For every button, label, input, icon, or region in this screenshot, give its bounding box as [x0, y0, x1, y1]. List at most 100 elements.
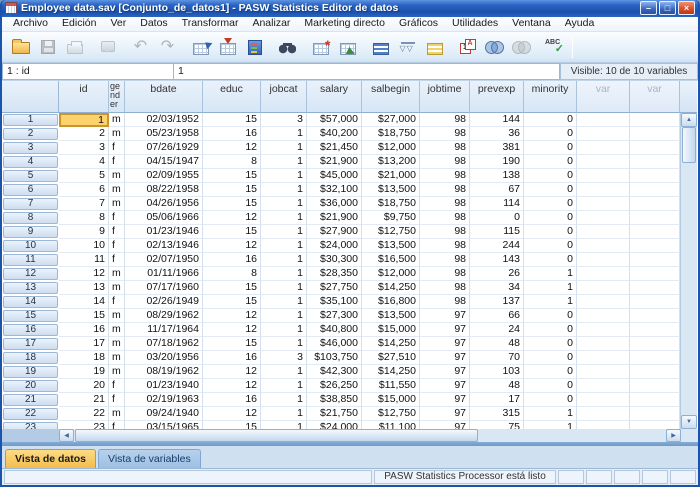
cell[interactable]: 115	[470, 225, 524, 239]
cell[interactable]: f	[109, 253, 125, 267]
cell[interactable]: $40,200	[307, 127, 362, 141]
cell[interactable]: m	[109, 323, 125, 337]
cell[interactable]	[630, 113, 680, 127]
row-number-button[interactable]: 20	[3, 380, 58, 392]
cell[interactable]	[630, 197, 680, 211]
cell[interactable]	[577, 169, 630, 183]
horizontal-scrollbar-thumb[interactable]	[75, 429, 478, 442]
cell[interactable]: m	[109, 309, 125, 323]
cell[interactable]: 1	[524, 407, 577, 421]
spell-check-button[interactable]	[541, 34, 568, 60]
row-number-button[interactable]: 9	[3, 226, 58, 238]
cell[interactable]: 8	[203, 267, 261, 281]
cell[interactable]: 97	[420, 393, 470, 407]
cell[interactable]: 143	[470, 253, 524, 267]
cell[interactable]	[630, 225, 680, 239]
cell[interactable]: $21,750	[307, 407, 362, 421]
cell[interactable]	[577, 323, 630, 337]
cell[interactable]	[630, 323, 680, 337]
row-number-button[interactable]: 19	[3, 366, 58, 378]
cell[interactable]: 02/03/1952	[125, 113, 203, 127]
column-header-prevexp[interactable]: prevexp	[470, 81, 524, 113]
menu-gr-ficos[interactable]: Gráficos	[392, 16, 445, 31]
cell[interactable]: $30,300	[307, 253, 362, 267]
cell[interactable]	[630, 155, 680, 169]
goto-variable-button[interactable]	[214, 34, 241, 60]
cell[interactable]: $45,000	[307, 169, 362, 183]
cell[interactable]: $27,000	[362, 113, 420, 127]
cell[interactable]: 1	[261, 239, 307, 253]
cell[interactable]: 0	[524, 351, 577, 365]
cell[interactable]: 1	[524, 295, 577, 309]
cell[interactable]: 15	[203, 197, 261, 211]
cell[interactable]: $18,750	[362, 127, 420, 141]
menu-utilidades[interactable]: Utilidades	[445, 16, 505, 31]
cell[interactable]: $21,450	[307, 141, 362, 155]
tab-vista-de-variables[interactable]: Vista de variables	[98, 449, 201, 468]
cell[interactable]: 15	[203, 183, 261, 197]
cell[interactable]: 1	[261, 225, 307, 239]
cell[interactable]: 22	[59, 407, 109, 421]
column-header-var1[interactable]: var	[577, 81, 630, 113]
cell[interactable]: 381	[470, 141, 524, 155]
cell[interactable]: f	[109, 295, 125, 309]
cell[interactable]: 03/20/1956	[125, 351, 203, 365]
cell[interactable]: 12	[203, 211, 261, 225]
cell[interactable]: 8	[59, 211, 109, 225]
cell[interactable]	[577, 365, 630, 379]
cell[interactable]: 15	[203, 225, 261, 239]
selected-cell[interactable]: 1	[59, 113, 109, 127]
cell[interactable]: 1	[261, 253, 307, 267]
cell-editor-input[interactable]: 1	[174, 63, 560, 81]
cell[interactable]: $27,750	[307, 281, 362, 295]
cell[interactable]: f	[109, 141, 125, 155]
cell[interactable]: 1	[261, 337, 307, 351]
cell[interactable]	[577, 309, 630, 323]
menu-analizar[interactable]: Analizar	[245, 16, 297, 31]
cell[interactable]	[577, 351, 630, 365]
close-button[interactable]: ×	[678, 1, 695, 15]
menu-ayuda[interactable]: Ayuda	[558, 16, 602, 31]
cell[interactable]: f	[109, 393, 125, 407]
cell[interactable]: 0	[524, 183, 577, 197]
cell[interactable]	[630, 169, 680, 183]
cell[interactable]: m	[109, 169, 125, 183]
cell[interactable]: 16	[203, 127, 261, 141]
cell[interactable]: 18	[59, 351, 109, 365]
cell[interactable]	[577, 155, 630, 169]
cell[interactable]: f	[109, 211, 125, 225]
cell[interactable]: 0	[470, 211, 524, 225]
cell[interactable]: 0	[524, 155, 577, 169]
cell[interactable]: $28,350	[307, 267, 362, 281]
column-header-jobcat[interactable]: jobcat	[261, 81, 307, 113]
cell[interactable]: 24	[470, 323, 524, 337]
use-variable-sets-button[interactable]	[481, 34, 508, 60]
cell[interactable]: $13,500	[362, 239, 420, 253]
row-number-button[interactable]: 10	[3, 240, 58, 252]
cell[interactable]: f	[109, 239, 125, 253]
cell[interactable]: $36,000	[307, 197, 362, 211]
cell[interactable]: $57,000	[307, 113, 362, 127]
cell[interactable]: $13,200	[362, 155, 420, 169]
cell[interactable]	[630, 127, 680, 141]
cell[interactable]: 14	[59, 295, 109, 309]
maximize-button[interactable]: □	[659, 1, 676, 15]
cell[interactable]: 97	[420, 407, 470, 421]
cell[interactable]	[630, 351, 680, 365]
cell[interactable]: 12	[203, 239, 261, 253]
menu-ver[interactable]: Ver	[103, 16, 133, 31]
row-number-button[interactable]: 15	[3, 310, 58, 322]
cell[interactable]: 1	[524, 281, 577, 295]
cell[interactable]: 66	[470, 309, 524, 323]
cell[interactable]	[577, 113, 630, 127]
cell[interactable]: 0	[524, 365, 577, 379]
cell[interactable]: 0	[524, 323, 577, 337]
minimize-button[interactable]: –	[640, 1, 657, 15]
cell[interactable]: $15,000	[362, 393, 420, 407]
cell[interactable]: $24,000	[307, 239, 362, 253]
cell[interactable]	[630, 141, 680, 155]
cell[interactable]: 12	[203, 309, 261, 323]
cell[interactable]: 8	[203, 155, 261, 169]
cell[interactable]	[630, 421, 680, 429]
insert-variable-button[interactable]	[334, 34, 361, 60]
